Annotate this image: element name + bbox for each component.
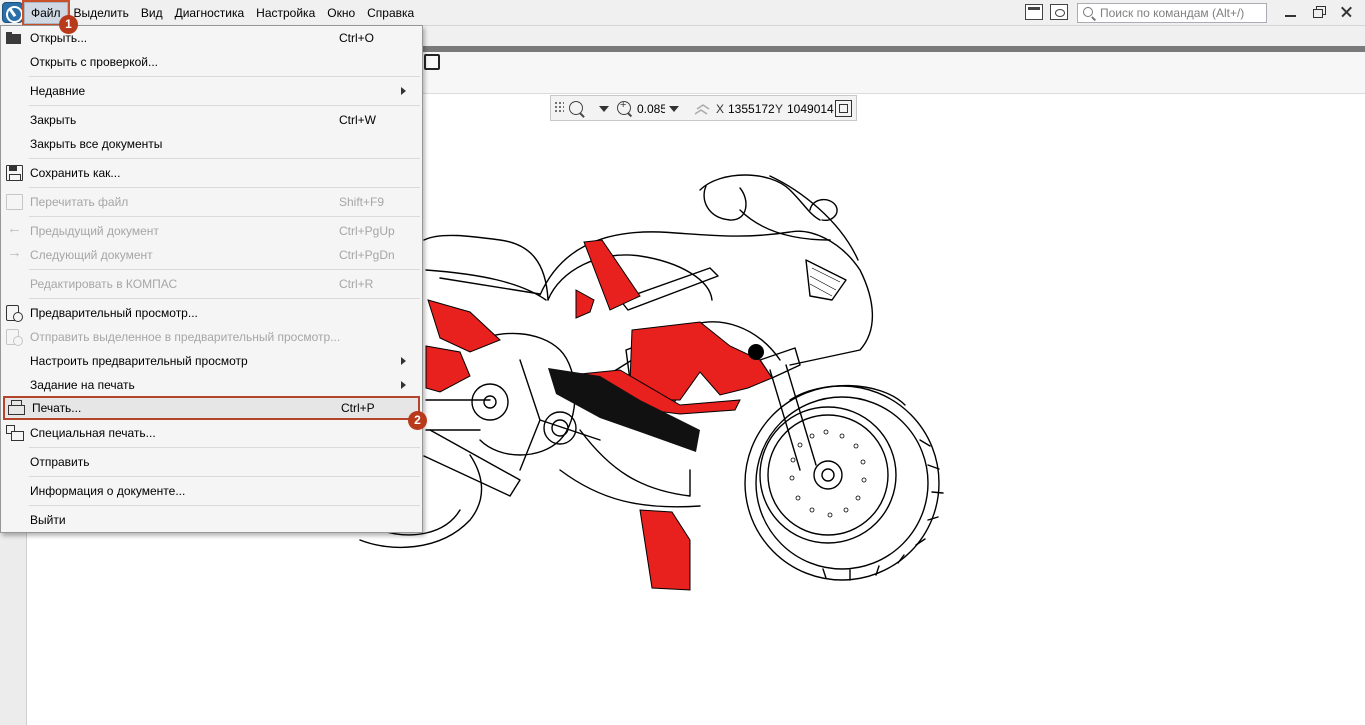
menu-item-shortcut: Shift+F9 bbox=[339, 195, 385, 209]
menu-item-label: Отправить bbox=[30, 455, 90, 469]
menu-item-special-print[interactable]: Специальная печать... bbox=[1, 421, 422, 445]
menu-item-edit-kompas[interactable]: Редактировать в КОМПАС Ctrl+R bbox=[1, 272, 422, 296]
menu-item-shortcut: Ctrl+PgUp bbox=[339, 224, 395, 238]
menu-item-shortcut: Ctrl+O bbox=[339, 31, 375, 45]
zoom-window-dropdown-icon[interactable] bbox=[599, 106, 609, 112]
menu-item-label: Печать... bbox=[32, 401, 82, 415]
menu-item-shortcut: Ctrl+W bbox=[339, 113, 376, 127]
menu-item-open-check[interactable]: Открыть с проверкой... bbox=[1, 50, 422, 74]
zoom-in-icon[interactable] bbox=[617, 99, 631, 115]
menu-item-shortcut: Ctrl+PgDn bbox=[339, 248, 395, 262]
printer-icon bbox=[8, 400, 25, 416]
menu-item-label: Предыдущий документ bbox=[30, 224, 159, 238]
menu-item-recent[interactable]: Недавние bbox=[1, 79, 422, 103]
menu-separator bbox=[29, 298, 420, 299]
submenu-arrow-icon bbox=[401, 87, 406, 95]
menu-item-print[interactable]: Печать... Ctrl+P bbox=[3, 396, 420, 420]
menu-item-label: Закрыть bbox=[30, 113, 77, 127]
special-print-icon bbox=[6, 425, 24, 441]
pan-icon[interactable] bbox=[693, 100, 711, 116]
menu-separator bbox=[29, 476, 420, 477]
zoom-value[interactable]: 0.085 bbox=[637, 101, 665, 117]
save-icon bbox=[6, 165, 23, 181]
menu-item-reread[interactable]: Перечитать файл Shift+F9 bbox=[1, 190, 422, 214]
menu-item-label: Закрыть все документы bbox=[30, 137, 163, 151]
menu-separator bbox=[29, 447, 420, 448]
snap-icon[interactable] bbox=[835, 100, 852, 117]
menu-item-label: Выйти bbox=[30, 513, 66, 527]
y-coordinate: 1049014 bbox=[787, 102, 834, 116]
menu-separator bbox=[29, 158, 420, 159]
y-label: Y bbox=[775, 102, 784, 116]
menu-item-label: Недавние bbox=[30, 84, 86, 98]
file-menu: Открыть... Ctrl+O Открыть с проверкой...… bbox=[0, 25, 423, 533]
menu-separator bbox=[29, 269, 420, 270]
menu-item-close-all[interactable]: Закрыть все документы bbox=[1, 132, 422, 156]
menu-item-preview-settings[interactable]: Настроить предварительный просмотр bbox=[1, 349, 422, 373]
preview-icon bbox=[6, 305, 23, 322]
menu-item-print-job[interactable]: Задание на печать bbox=[1, 373, 422, 397]
menu-item-label: Открыть с проверкой... bbox=[30, 55, 158, 69]
folder-open-icon bbox=[6, 30, 23, 46]
menu-item-preview[interactable]: Предварительный просмотр... bbox=[1, 301, 422, 325]
zoom-dropdown-icon[interactable] bbox=[669, 106, 679, 112]
menu-separator bbox=[29, 187, 420, 188]
menu-separator bbox=[29, 105, 420, 106]
menu-item-label: Специальная печать... bbox=[30, 426, 156, 440]
menu-item-label: Предварительный просмотр... bbox=[30, 306, 198, 320]
step-callout-1: 1 bbox=[59, 15, 78, 34]
menu-item-doc-info[interactable]: Информация о документе... bbox=[1, 479, 422, 503]
menu-item-label: Сохранить как... bbox=[30, 166, 121, 180]
menu-item-label: Отправить выделенное в предварительный п… bbox=[30, 330, 341, 344]
view-toolbar: 0.085 X 1355172 Y 1049014 bbox=[550, 95, 857, 121]
menu-separator bbox=[29, 76, 420, 77]
menu-item-prev-doc[interactable]: Предыдущий документ Ctrl+PgUp bbox=[1, 219, 422, 243]
menu-item-send-to-preview[interactable]: Отправить выделенное в предварительный п… bbox=[1, 325, 422, 349]
preview-icon bbox=[6, 329, 23, 346]
arrow-right-icon bbox=[6, 244, 23, 263]
menu-separator bbox=[29, 505, 420, 506]
x-label: X bbox=[716, 102, 725, 116]
menu-separator bbox=[29, 216, 420, 217]
menu-item-close[interactable]: Закрыть Ctrl+W bbox=[1, 108, 422, 132]
menu-item-send[interactable]: Отправить bbox=[1, 450, 422, 474]
menu-item-label: Редактировать в КОМПАС bbox=[30, 277, 178, 291]
menu-item-label: Перечитать файл bbox=[30, 195, 129, 209]
menu-item-shortcut: Ctrl+R bbox=[339, 277, 374, 291]
toolbar-grip-icon[interactable] bbox=[554, 101, 564, 113]
menu-item-save-as[interactable]: Сохранить как... bbox=[1, 161, 422, 185]
step-callout-2: 2 bbox=[408, 411, 427, 430]
menu-item-shortcut: Ctrl+P bbox=[341, 401, 375, 415]
submenu-arrow-icon bbox=[401, 357, 406, 365]
menu-item-label: Открыть... bbox=[30, 31, 88, 45]
menu-item-next-doc[interactable]: Следующий документ Ctrl+PgDn bbox=[1, 243, 422, 267]
zoom-window-icon[interactable] bbox=[569, 101, 583, 115]
reread-icon bbox=[6, 194, 23, 210]
menu-item-label: Следующий документ bbox=[30, 248, 153, 262]
menu-item-label: Задание на печать bbox=[30, 378, 135, 392]
arrow-left-icon bbox=[6, 220, 23, 239]
menu-item-label: Настроить предварительный просмотр bbox=[30, 354, 248, 368]
submenu-arrow-icon bbox=[401, 381, 406, 389]
x-coordinate: 1355172 bbox=[728, 102, 775, 116]
menu-item-label: Информация о документе... bbox=[30, 484, 186, 498]
menu-item-exit[interactable]: Выйти bbox=[1, 508, 422, 532]
